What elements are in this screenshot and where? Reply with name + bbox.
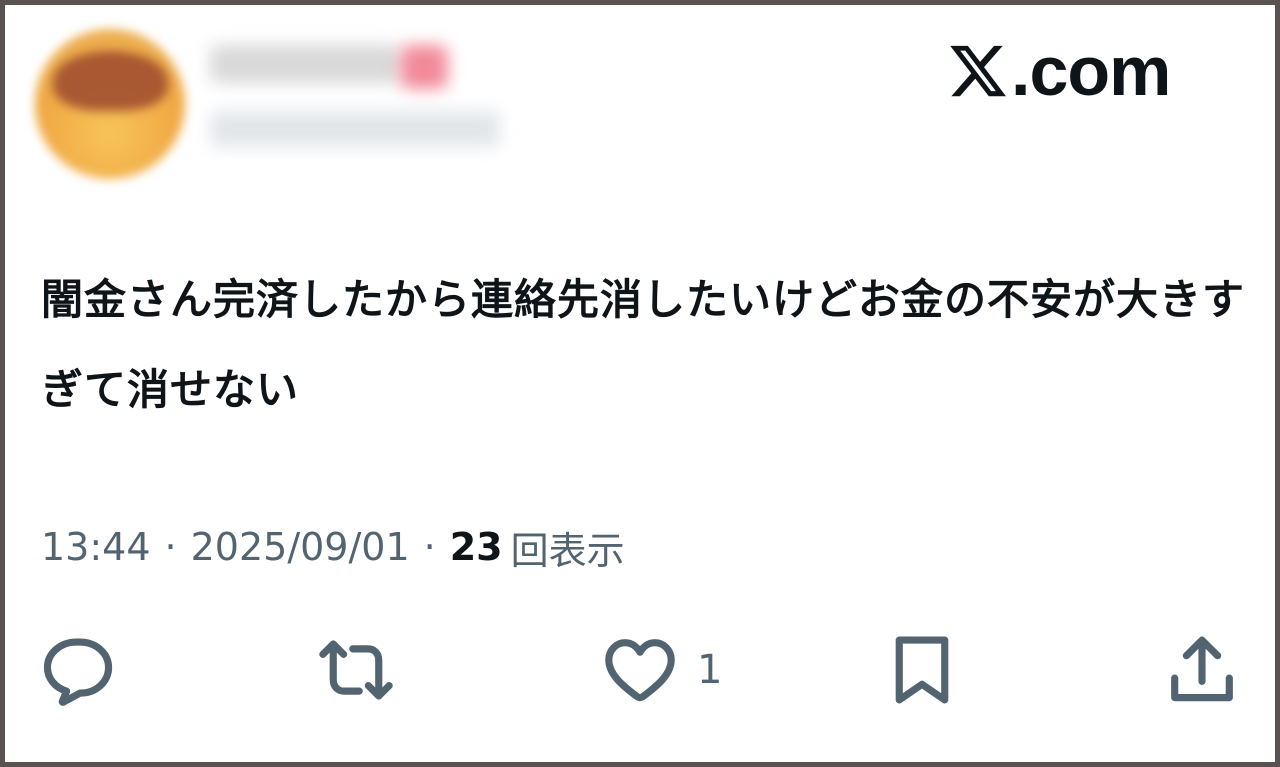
like-button[interactable]: 1 bbox=[601, 625, 722, 715]
tweet-date[interactable]: 2025/09/01 bbox=[191, 525, 410, 569]
x-com-brand: .com bbox=[947, 31, 1197, 111]
bookmark-button[interactable] bbox=[883, 625, 961, 715]
tweet-screenshot: .com 闇金さん完済したから連絡先消したいけどお金の不安が大きすぎて消せない … bbox=[0, 0, 1280, 767]
x-logo-icon bbox=[950, 45, 1006, 97]
author-name-emoji-blurred bbox=[400, 45, 448, 89]
author-handle-blurred[interactable] bbox=[210, 111, 500, 147]
bookmark-icon bbox=[895, 636, 949, 704]
meta-separator: · bbox=[423, 525, 436, 569]
tweet-time[interactable]: 13:44 bbox=[41, 525, 151, 569]
like-count: 1 bbox=[697, 647, 723, 693]
author-avatar[interactable] bbox=[35, 29, 185, 179]
brand-domain-label: .com bbox=[1011, 32, 1171, 110]
heart-icon bbox=[605, 639, 675, 702]
reply-button[interactable] bbox=[39, 625, 117, 715]
meta-separator: · bbox=[164, 525, 177, 569]
avatar-image bbox=[53, 51, 168, 111]
retweet-button[interactable] bbox=[317, 625, 395, 715]
share-button[interactable] bbox=[1163, 625, 1241, 715]
views-count[interactable]: 23 bbox=[450, 525, 503, 569]
tweet-meta: 13:44 · 2025/09/01 · 23 回表示 bbox=[41, 520, 625, 574]
reply-icon bbox=[43, 638, 113, 706]
tweet-text: 闇金さん完済したから連絡先消したいけどお金の不安が大きすぎて消せない bbox=[41, 275, 1246, 414]
tweet-actions: 1 bbox=[5, 625, 1275, 715]
author-display-name-blurred[interactable] bbox=[210, 45, 400, 83]
views-label: 回表示 bbox=[510, 528, 625, 573]
retweet-icon bbox=[319, 640, 393, 700]
share-icon bbox=[1171, 636, 1233, 702]
